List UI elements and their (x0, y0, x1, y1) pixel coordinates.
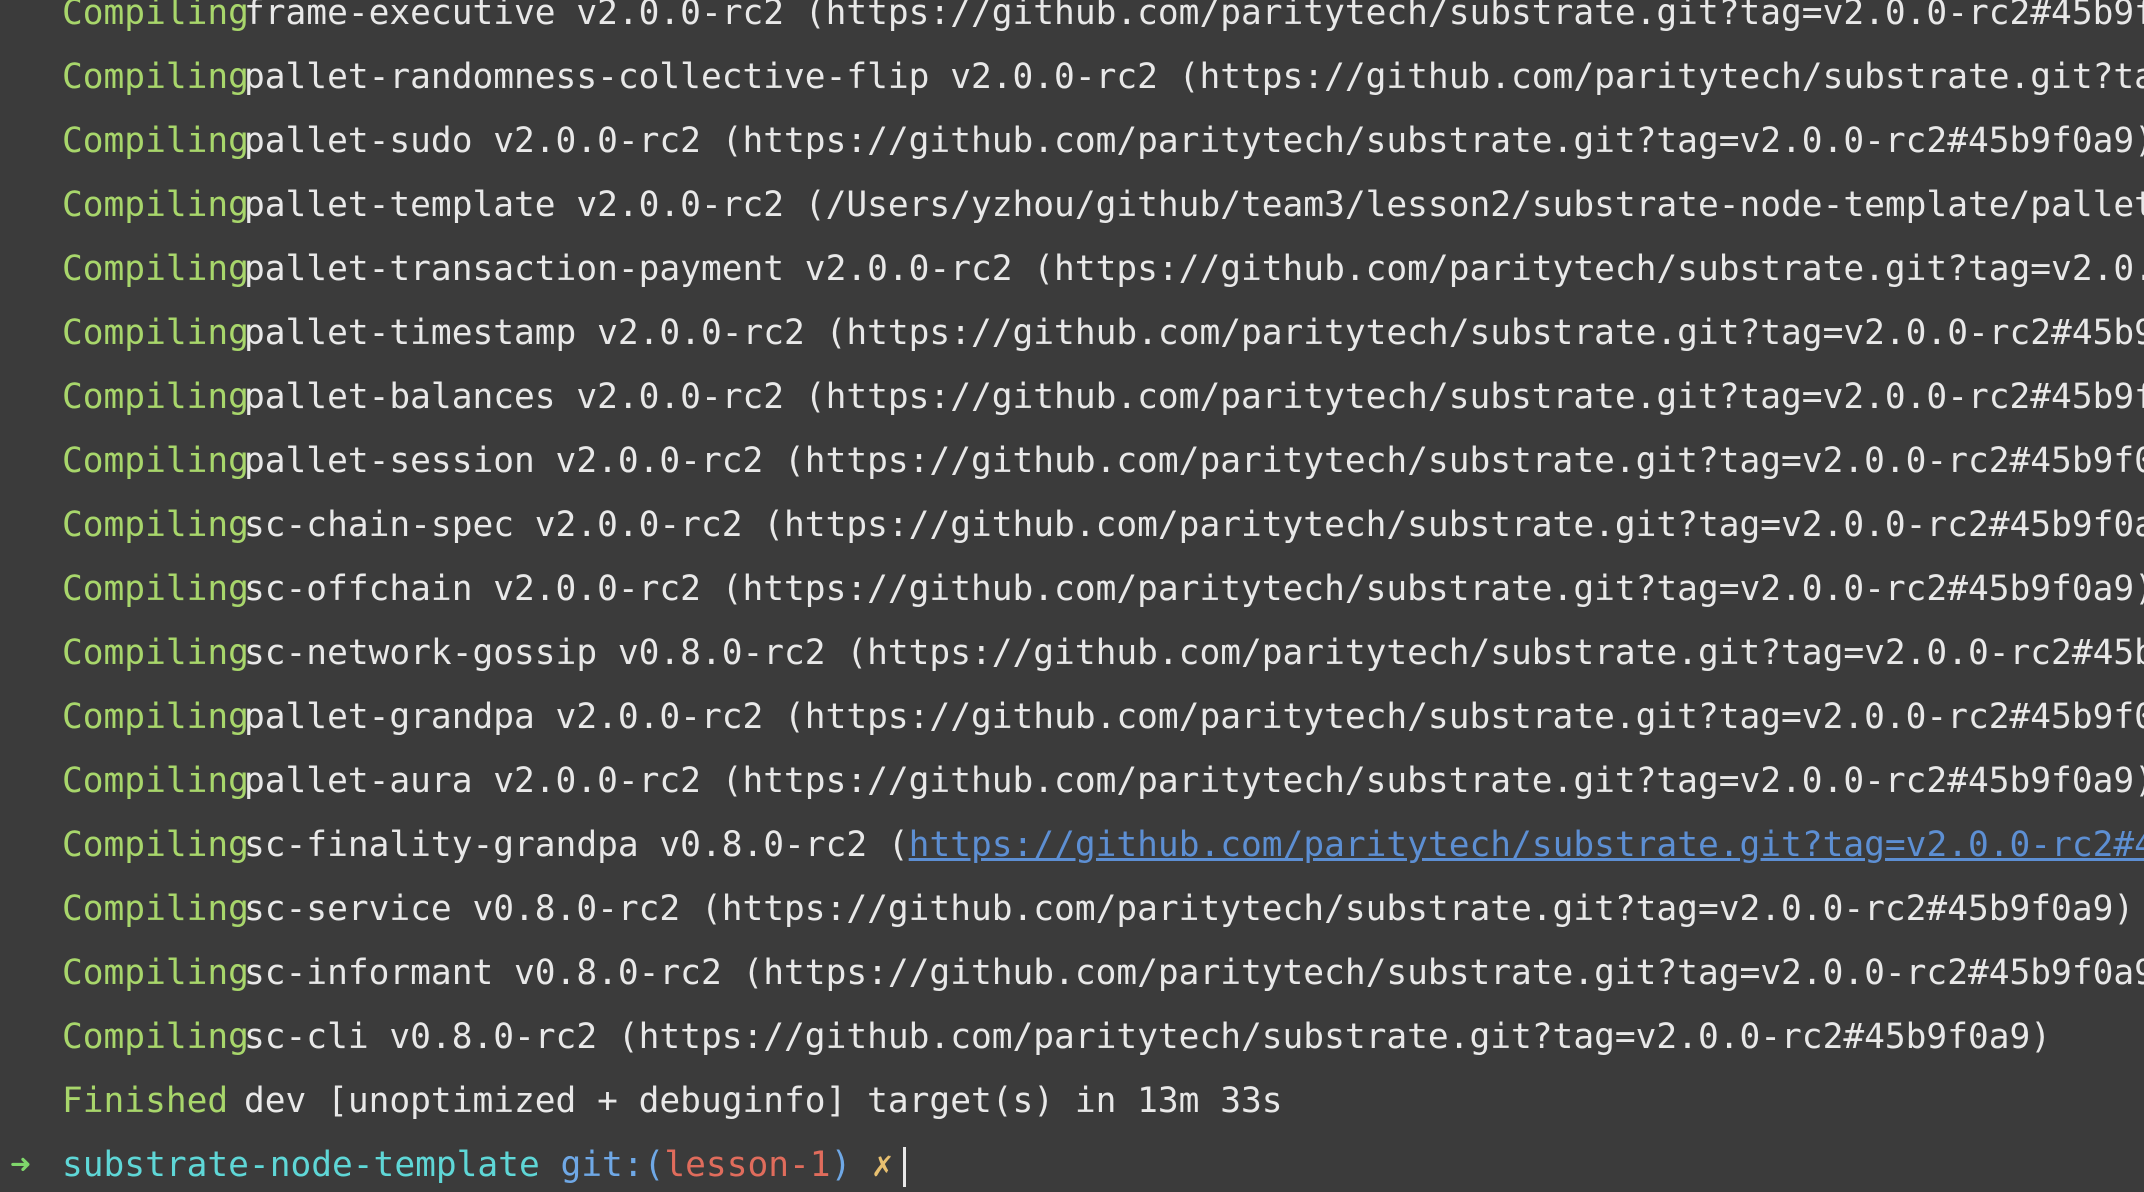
crate-info: sc-informant v0.8.0-rc2 (https://github.… (244, 953, 2144, 993)
crate-info: pallet-template v2.0.0-rc2 (/Users/yzhou… (244, 185, 2144, 225)
status-verb: Compiling (62, 697, 249, 737)
crate-info: sc-network-gossip v0.8.0-rc2 (https://gi… (244, 633, 2144, 673)
status-verb: Compiling (62, 1017, 249, 1057)
status-verb: Compiling (62, 57, 249, 97)
output-line: Compilingframe-executive v2.0.0-rc2 (htt… (0, 0, 2144, 45)
status-verb: Compiling (62, 441, 249, 481)
crate-info: sc-cli v0.8.0-rc2 (https://github.com/pa… (244, 1017, 2052, 1057)
status-verb: Finished (62, 1081, 229, 1121)
crate-info: pallet-session v2.0.0-rc2 (https://githu… (244, 441, 2144, 481)
output-line: Compilingpallet-randomness-collective-fl… (0, 45, 2144, 109)
status-verb: Compiling (62, 121, 249, 161)
output-line: Compilingpallet-session v2.0.0-rc2 (http… (0, 429, 2144, 493)
status-verb: Compiling (62, 377, 249, 417)
output-line: Compilingpallet-balances v2.0.0-rc2 (htt… (0, 365, 2144, 429)
crate-info: pallet-balances v2.0.0-rc2 (https://gith… (244, 377, 2144, 417)
output-line: Compilingpallet-template v2.0.0-rc2 (/Us… (0, 173, 2144, 237)
crate-info: pallet-timestamp v2.0.0-rc2 (https://git… (244, 313, 2144, 353)
repository-link[interactable]: https://github.com/paritytech/substrate.… (909, 825, 2144, 865)
text-cursor[interactable] (902, 1146, 906, 1187)
dirty-marker-icon: ✗ (872, 1145, 893, 1185)
shell-prompt[interactable]: ➜ substrate-node-template git:(lesson-1) … (0, 1133, 2144, 1192)
git-branch: lesson-1 (664, 1145, 831, 1185)
status-verb: Compiling (62, 313, 249, 353)
terminal-window[interactable]: Compilingframe-executive v2.0.0-rc2 (htt… (0, 0, 2144, 1192)
status-verb: Compiling (62, 889, 249, 929)
status-verb: Compiling (62, 185, 249, 225)
git-label: git: (560, 1145, 644, 1185)
output-line: Compilingsc-network-gossip v0.8.0-rc2 (h… (0, 621, 2144, 685)
output-line: Compilingsc-finality-grandpa v0.8.0-rc2 … (0, 813, 2144, 877)
terminal-output: Compilingframe-executive v2.0.0-rc2 (htt… (0, 0, 2144, 1192)
crate-info: sc-chain-spec v2.0.0-rc2 (https://github… (244, 505, 2144, 545)
prompt-arrow-icon: ➜ (10, 1145, 31, 1185)
crate-info: sc-service v0.8.0-rc2 (https://github.co… (244, 889, 2135, 929)
output-line: Compilingsc-service v0.8.0-rc2 (https://… (0, 877, 2144, 941)
output-line: Compilingsc-offchain v2.0.0-rc2 (https:/… (0, 557, 2144, 621)
crate-info: pallet-aura v2.0.0-rc2 (https://github.c… (244, 761, 2144, 801)
crate-info: pallet-transaction-payment v2.0.0-rc2 (h… (244, 249, 2144, 289)
crate-info: pallet-sudo v2.0.0-rc2 (https://github.c… (244, 121, 2144, 161)
status-verb: Compiling (62, 0, 249, 33)
paren-open: ( (643, 1145, 665, 1185)
output-line: Compilingsc-informant v0.8.0-rc2 (https:… (0, 941, 2144, 1005)
output-line: Compilingsc-cli v0.8.0-rc2 (https://gith… (0, 1005, 2144, 1069)
output-line: Compilingpallet-grandpa v2.0.0-rc2 (http… (0, 685, 2144, 749)
build-summary: dev [unoptimized + debuginfo] target(s) … (244, 1081, 1283, 1121)
status-verb: Compiling (62, 761, 249, 801)
status-verb: Compiling (62, 505, 249, 545)
output-line: Compilingpallet-aura v2.0.0-rc2 (https:/… (0, 749, 2144, 813)
current-directory: substrate-node-template (62, 1145, 540, 1185)
crate-info: pallet-grandpa v2.0.0-rc2 (https://githu… (244, 697, 2144, 737)
status-verb: Compiling (62, 569, 249, 609)
paren-close: ) (830, 1145, 852, 1185)
status-verb: Compiling (62, 953, 249, 993)
status-verb: Compiling (62, 633, 249, 673)
status-verb: Compiling (62, 249, 249, 289)
status-verb: Compiling (62, 825, 249, 865)
crate-info: frame-executive v2.0.0-rc2 (https://gith… (244, 0, 2144, 33)
crate-info: sc-finality-grandpa v0.8.0-rc2 ( (244, 825, 909, 865)
output-line: Compilingpallet-timestamp v2.0.0-rc2 (ht… (0, 301, 2144, 365)
output-line: Compilingpallet-sudo v2.0.0-rc2 (https:/… (0, 109, 2144, 173)
crate-info: sc-offchain v2.0.0-rc2 (https://github.c… (244, 569, 2144, 609)
output-line: Compilingpallet-transaction-payment v2.0… (0, 237, 2144, 301)
finished-line: Finished dev [unoptimized + debuginfo] ta… (0, 1069, 2144, 1133)
crate-info: pallet-randomness-collective-flip v2.0.0… (244, 57, 2144, 97)
output-line: Compilingsc-chain-spec v2.0.0-rc2 (https… (0, 493, 2144, 557)
